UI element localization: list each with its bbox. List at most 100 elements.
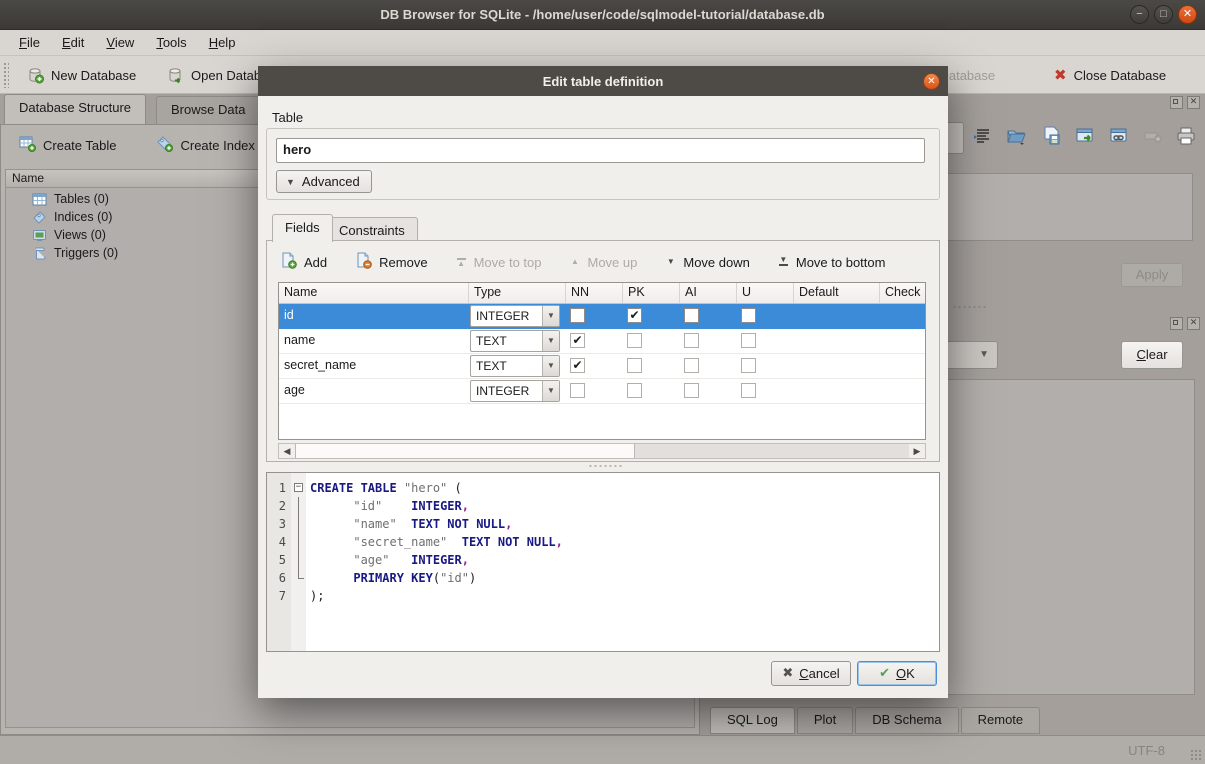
ai-checkbox[interactable]: [684, 383, 699, 398]
column-header-type[interactable]: Type: [469, 283, 566, 303]
resize-grip[interactable]: [1190, 749, 1202, 761]
scroll-left-icon[interactable]: ◀: [279, 444, 295, 458]
type-dropdown[interactable]: TEXT▼: [470, 355, 560, 377]
close-button[interactable]: ✕: [1178, 5, 1197, 24]
u-checkbox[interactable]: [741, 383, 756, 398]
sql-preview[interactable]: 1−CREATE TABLE "hero" (2 "id" INTEGER,3 …: [266, 472, 940, 652]
dock-tab-sql-log[interactable]: SQL Log: [710, 707, 795, 734]
default-cell[interactable]: [794, 304, 880, 328]
menu-view[interactable]: View: [95, 32, 145, 53]
link-button[interactable]: [1105, 122, 1133, 152]
column-header-ai[interactable]: AI: [680, 283, 737, 303]
column-header-default[interactable]: Default: [794, 283, 880, 303]
dock-float-icon[interactable]: [1170, 96, 1183, 109]
field-name-cell[interactable]: name: [279, 329, 469, 353]
open-file-button[interactable]: [1002, 122, 1030, 152]
fold-toggle-icon[interactable]: −: [294, 483, 303, 492]
move-to-bottom-button[interactable]: ▼Move to bottom: [774, 253, 890, 272]
pk-checkbox[interactable]: [627, 383, 642, 398]
dock-tab-plot[interactable]: Plot: [797, 707, 853, 734]
field-row-name[interactable]: nameTEXT▼ ✔: [279, 329, 925, 354]
default-cell[interactable]: [794, 329, 880, 353]
dialog-tab-fields[interactable]: Fields: [272, 214, 333, 242]
nn-checkbox[interactable]: ✔: [570, 333, 585, 348]
maximize-button[interactable]: □: [1154, 5, 1173, 24]
ai-checkbox[interactable]: [684, 308, 699, 323]
chevron-down-icon[interactable]: ▼: [542, 331, 559, 351]
dock-tab-remote[interactable]: Remote: [961, 707, 1041, 734]
dialog-splitter-handle[interactable]: [588, 464, 622, 468]
fold-margin[interactable]: −: [291, 479, 306, 497]
nn-checkbox[interactable]: [570, 383, 585, 398]
open-external-button[interactable]: [1071, 122, 1099, 152]
u-checkbox[interactable]: [741, 308, 756, 323]
column-header-name[interactable]: Name: [279, 283, 469, 303]
pk-checkbox[interactable]: [627, 358, 642, 373]
tab-browse-data[interactable]: Browse Data: [156, 96, 260, 124]
scrollbar-thumb[interactable]: [295, 444, 635, 458]
menu-help[interactable]: Help: [198, 32, 247, 53]
check-cell[interactable]: [880, 304, 926, 328]
dock-float-icon[interactable]: [1170, 317, 1183, 330]
tab-database-structure[interactable]: Database Structure: [4, 94, 146, 124]
clear-button[interactable]: Clear: [1121, 341, 1183, 369]
field-name-cell[interactable]: age: [279, 379, 469, 403]
nn-checkbox[interactable]: ✔: [570, 358, 585, 373]
u-checkbox[interactable]: [741, 333, 756, 348]
dialog-titlebar[interactable]: Edit table definition: [258, 66, 948, 96]
cancel-button[interactable]: ✖ Cancel: [771, 661, 851, 686]
dock-splitter-handle[interactable]: [952, 305, 986, 309]
print-button[interactable]: [1172, 122, 1200, 152]
dock-tab-db-schema[interactable]: DB Schema: [855, 707, 958, 734]
check-cell[interactable]: [880, 379, 926, 403]
new-database-button[interactable]: New Database: [20, 62, 142, 88]
ok-button[interactable]: ✔ OK: [857, 661, 937, 686]
u-checkbox[interactable]: [741, 358, 756, 373]
field-row-age[interactable]: ageINTEGER▼: [279, 379, 925, 404]
close-database-button[interactable]: ✖ Close Database: [1048, 62, 1172, 88]
remove-button[interactable]: Remove: [351, 250, 431, 274]
default-cell[interactable]: [794, 354, 880, 378]
horizontal-scrollbar[interactable]: ◀ ▶: [278, 443, 926, 459]
chevron-down-icon[interactable]: ▼: [542, 306, 559, 326]
advanced-toggle-button[interactable]: ▼ Advanced: [276, 170, 372, 193]
text-mode-button[interactable]: [968, 122, 996, 152]
minimize-button[interactable]: −: [1130, 5, 1149, 24]
field-row-secret_name[interactable]: secret_nameTEXT▼ ✔: [279, 354, 925, 379]
check-cell[interactable]: [880, 329, 926, 353]
menu-file[interactable]: File: [8, 32, 51, 53]
field-name-cell[interactable]: secret_name: [279, 354, 469, 378]
type-dropdown[interactable]: INTEGER▼: [470, 305, 560, 327]
column-header-check[interactable]: Check: [880, 283, 926, 303]
pk-checkbox[interactable]: ✔: [627, 308, 642, 323]
chevron-down-icon[interactable]: ▼: [542, 381, 559, 401]
field-name-cell[interactable]: id: [279, 304, 469, 328]
type-dropdown[interactable]: INTEGER▼: [470, 380, 560, 402]
chevron-down-icon[interactable]: ▼: [542, 356, 559, 376]
dialog-tab-constraints[interactable]: Constraints: [326, 217, 418, 242]
column-header-u[interactable]: U: [737, 283, 794, 303]
menu-edit[interactable]: Edit: [51, 32, 95, 53]
column-header-nn[interactable]: NN: [566, 283, 623, 303]
default-cell[interactable]: [794, 379, 880, 403]
menu-tools[interactable]: Tools: [145, 32, 197, 53]
dock-close-icon[interactable]: ✕: [1187, 317, 1200, 330]
toolbar-drag-handle[interactable]: [3, 62, 9, 88]
create-table-button[interactable]: Create Table: [13, 131, 122, 159]
pk-checkbox[interactable]: [627, 333, 642, 348]
nn-checkbox[interactable]: [570, 308, 585, 323]
check-cell[interactable]: [880, 354, 926, 378]
table-name-input[interactable]: hero: [276, 138, 925, 163]
type-dropdown[interactable]: TEXT▼: [470, 330, 560, 352]
save-file-button[interactable]: [1037, 122, 1065, 152]
dialog-close-button[interactable]: ✕: [923, 73, 940, 90]
field-row-id[interactable]: idINTEGER▼ ✔: [279, 304, 925, 329]
dock-close-icon[interactable]: ✕: [1187, 96, 1200, 109]
move-down-button[interactable]: ▼Move down: [661, 253, 753, 272]
ai-checkbox[interactable]: [684, 333, 699, 348]
ai-checkbox[interactable]: [684, 358, 699, 373]
add-button[interactable]: Add: [276, 250, 331, 274]
create-index-button[interactable]: Create Index: [150, 131, 260, 159]
column-header-pk[interactable]: PK: [623, 283, 680, 303]
scroll-right-icon[interactable]: ▶: [909, 444, 925, 458]
